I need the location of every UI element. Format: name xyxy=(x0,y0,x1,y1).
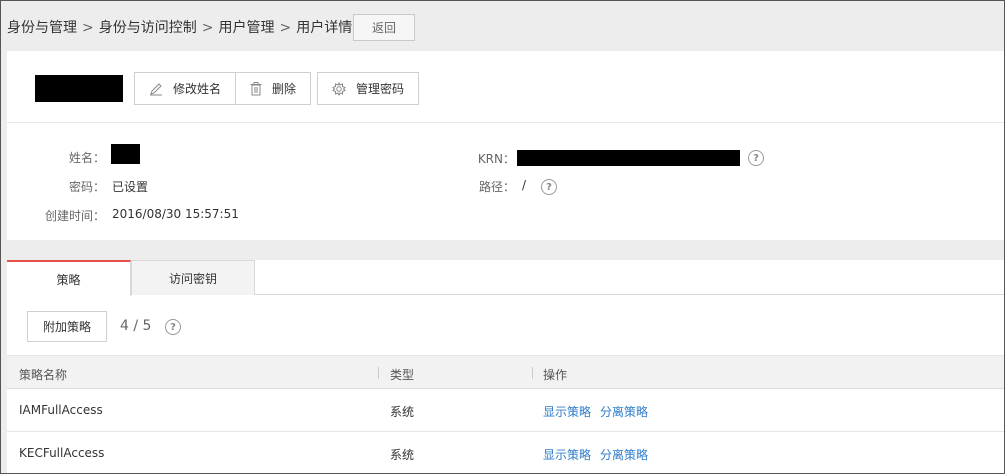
delete-button[interactable]: 删除 xyxy=(236,72,312,105)
breadcrumb-separator: > xyxy=(279,20,292,36)
tab-bar: 策略 访问密钥 xyxy=(7,260,1004,296)
breadcrumb-separator: > xyxy=(201,20,214,36)
gear-icon xyxy=(332,81,346,96)
show-policy-link[interactable]: 显示策略 xyxy=(543,403,591,420)
user-summary-panel: 修改姓名 删除 管理密码 姓名： 密码： 已设置 创建时间： 2016/08/3… xyxy=(7,51,1004,240)
question-circle-icon[interactable]: ? xyxy=(165,319,181,335)
tab-access-keys[interactable]: 访问密钥 xyxy=(131,260,255,295)
name-value-redacted xyxy=(111,144,140,164)
password-label: 密码： xyxy=(68,180,105,194)
breadcrumb-item-iam-management[interactable]: 身份与管理 xyxy=(7,20,77,36)
column-header-policy-name: 策略名称 xyxy=(19,368,68,382)
detach-policy-link[interactable]: 分离策略 xyxy=(600,446,648,463)
column-divider xyxy=(532,367,533,379)
question-circle-icon[interactable]: ? xyxy=(541,179,557,195)
user-toolbar: 修改姓名 删除 管理密码 xyxy=(134,72,420,105)
name-label: 姓名： xyxy=(68,151,105,165)
policy-name-cell: IAMFullAccess xyxy=(19,403,103,417)
delete-button-label: 删除 xyxy=(272,82,297,96)
top-bar: 身份与管理 > 身份与访问控制 > 用户管理 > 用户详情 返回 xyxy=(1,1,1004,51)
rename-button-label: 修改姓名 xyxy=(173,82,222,96)
detach-policy-link[interactable]: 分离策略 xyxy=(600,403,648,420)
pencil-icon xyxy=(150,82,162,95)
column-header-type: 类型 xyxy=(390,368,415,382)
breadcrumb: 身份与管理 > 身份与访问控制 > 用户管理 > 用户详情 xyxy=(7,17,352,37)
rename-button[interactable]: 修改姓名 xyxy=(134,72,237,105)
created-label: 创建时间： xyxy=(44,209,105,223)
back-button[interactable]: 返回 xyxy=(353,14,415,41)
policy-count: 4 / 5 xyxy=(120,318,152,334)
question-circle-icon[interactable]: ? xyxy=(748,150,764,166)
breadcrumb-separator: > xyxy=(82,20,94,36)
detail-panel: 策略 访问密钥 附加策略 4 / 5 ? 策略名称 类型 操作 IAMFullA… xyxy=(7,260,1004,473)
table-header: 策略名称 类型 操作 xyxy=(7,355,1004,389)
breadcrumb-item-user-management[interactable]: 用户管理 xyxy=(218,20,274,36)
column-header-actions: 操作 xyxy=(543,368,568,382)
tab-policies[interactable]: 策略 xyxy=(7,260,131,296)
created-value: 2016/08/30 15:57:51 xyxy=(112,207,239,221)
policy-type-cell: 系统 xyxy=(390,405,415,419)
username-redacted xyxy=(35,75,123,102)
path-label: 路径： xyxy=(478,180,515,194)
policy-name-cell: KECFullAccess xyxy=(19,446,105,460)
krn-value-redacted xyxy=(517,150,740,166)
table-row: IAMFullAccess 系统 显示策略 分离策略 xyxy=(7,389,1004,432)
show-policy-link[interactable]: 显示策略 xyxy=(543,446,591,463)
trash-icon xyxy=(250,81,262,95)
summary-divider xyxy=(7,122,1004,123)
manage-password-button[interactable]: 管理密码 xyxy=(317,72,420,105)
password-value: 已设置 xyxy=(112,180,149,194)
table-row: KECFullAccess 系统 显示策略 分离策略 xyxy=(7,432,1004,473)
breadcrumb-item-access-control[interactable]: 身份与访问控制 xyxy=(99,20,197,36)
krn-label: KRN： xyxy=(477,152,515,166)
attach-policy-button[interactable]: 附加策略 xyxy=(27,311,107,342)
manage-password-button-label: 管理密码 xyxy=(356,82,405,96)
breadcrumb-item-user-details: 用户详情 xyxy=(296,20,353,36)
app-frame: 身份与管理 > 身份与访问控制 > 用户管理 > 用户详情 返回 修改姓名 删除… xyxy=(0,0,1005,474)
path-value: / xyxy=(522,178,527,192)
column-divider xyxy=(378,367,379,379)
policy-type-cell: 系统 xyxy=(390,448,415,462)
